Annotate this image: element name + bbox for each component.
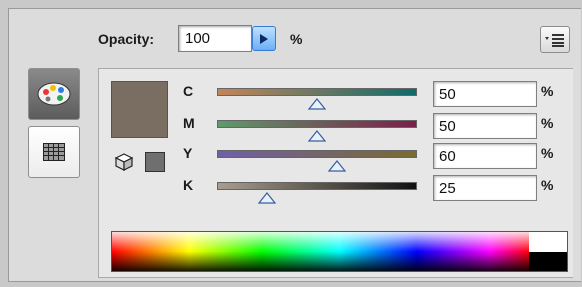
channel-unit: %: [541, 115, 554, 131]
opacity-unit: %: [290, 31, 303, 47]
channel-label: M: [183, 115, 195, 131]
panel-menu-button[interactable]: [540, 26, 570, 53]
channel-value-input[interactable]: [433, 175, 537, 201]
channel-value-input[interactable]: [433, 81, 537, 107]
channel-label: K: [183, 177, 194, 193]
channel-slider-thumb[interactable]: [308, 130, 326, 142]
color-spectrum-ramp[interactable]: [111, 231, 568, 272]
channel-unit: %: [541, 83, 554, 99]
swatches-grid-icon: [43, 143, 65, 161]
black-swatch[interactable]: [529, 251, 567, 271]
panel-menu-icon: [545, 33, 564, 47]
color-palette-icon: [37, 82, 71, 106]
channel-value-input[interactable]: [433, 143, 537, 169]
opacity-input[interactable]: [178, 25, 252, 52]
fill-color-swatch[interactable]: [111, 81, 168, 138]
channel-slider-thumb[interactable]: [328, 160, 346, 172]
white-swatch[interactable]: [529, 232, 567, 252]
3d-cube-icon[interactable]: [114, 152, 134, 177]
channel-slider-track[interactable]: [217, 182, 417, 190]
channel-slider-thumb[interactable]: [308, 98, 326, 110]
channel-value-input[interactable]: [433, 113, 537, 139]
channel-unit: %: [541, 145, 554, 161]
channel-slider-track[interactable]: [217, 150, 417, 158]
color-tab[interactable]: [28, 68, 80, 120]
channel-label: Y: [183, 145, 193, 161]
channel-unit: %: [541, 177, 554, 193]
channel-slider-thumb[interactable]: [258, 192, 276, 204]
channel-label: C: [183, 83, 194, 99]
channel-slider-track[interactable]: [217, 120, 417, 128]
swatches-tab[interactable]: [28, 126, 80, 178]
gamut-swatch[interactable]: [145, 152, 165, 172]
channel-slider-track[interactable]: [217, 88, 417, 96]
opacity-label: Opacity:: [98, 31, 155, 47]
play-arrow-icon[interactable]: [252, 26, 276, 51]
